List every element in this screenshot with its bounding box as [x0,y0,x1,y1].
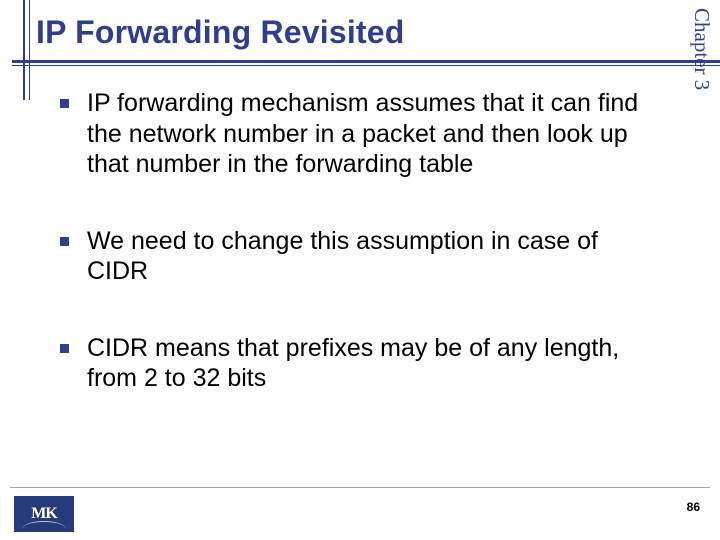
publisher-logo: MK [14,496,74,532]
slide: IP Forwarding Revisited Chapter 3 IP for… [0,0,720,540]
list-item: IP forwarding mechanism assumes that it … [60,88,650,180]
list-item: We need to change this assumption in cas… [60,226,650,287]
logo-arc [22,521,66,529]
slide-header: IP Forwarding Revisited [0,0,720,70]
bullet-icon [60,237,69,246]
header-rule-thick [12,60,720,63]
footer-rule [10,487,710,488]
list-item: CIDR means that prefixes may be of any l… [60,333,650,394]
bullet-icon [60,344,69,353]
page-number: 86 [687,500,700,514]
bullet-text: IP forwarding mechanism assumes that it … [87,88,650,180]
bullet-text: CIDR means that prefixes may be of any l… [87,333,650,394]
bullet-icon [60,99,69,108]
slide-title: IP Forwarding Revisited [36,14,720,51]
bullet-text: We need to change this assumption in cas… [87,226,650,287]
header-rule-thin [12,65,720,66]
chapter-label: Chapter 3 [689,8,714,90]
slide-content: IP forwarding mechanism assumes that it … [60,88,650,440]
